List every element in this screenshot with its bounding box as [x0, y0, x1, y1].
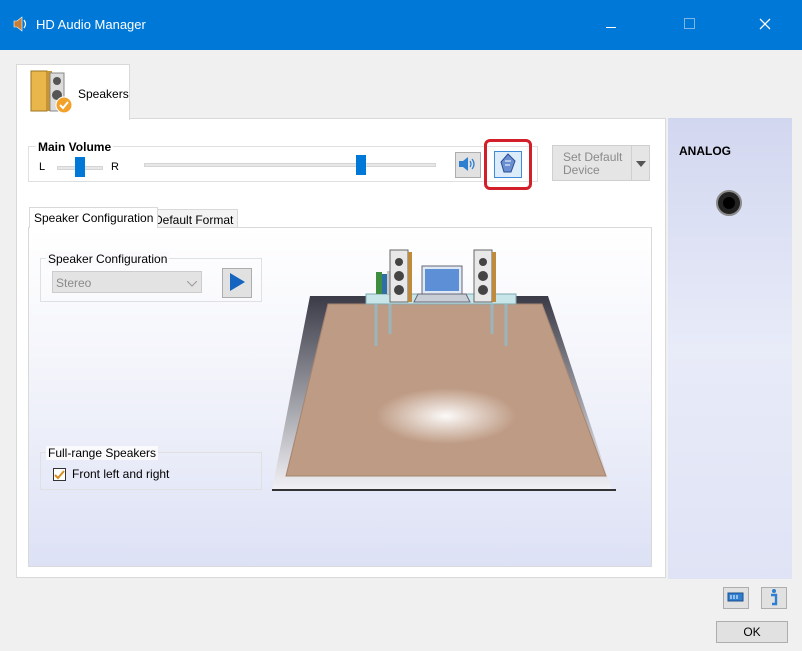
speaker-volume-icon: [458, 156, 478, 175]
ok-button[interactable]: OK: [716, 621, 788, 643]
front-left-right-option[interactable]: Front left and right: [53, 467, 169, 481]
play-icon: [229, 272, 245, 294]
speaker-configuration-group-title: Speaker Configuration: [46, 252, 170, 266]
analog-title: ANALOG: [679, 144, 731, 158]
power-icon: [727, 591, 745, 606]
front-left-right-checkbox[interactable]: [53, 467, 66, 481]
balance-right-label: R: [111, 161, 119, 173]
speaker-configuration-select[interactable]: Stereo: [52, 271, 202, 293]
front-left-right-label: Front left and right: [72, 467, 170, 481]
ok-label: OK: [743, 625, 761, 639]
tab-default-format[interactable]: Default Format: [149, 209, 239, 228]
window-title: HD Audio Manager: [36, 17, 146, 32]
speakers-icon: [28, 69, 74, 118]
info-button[interactable]: [761, 587, 787, 609]
power-button[interactable]: [723, 587, 749, 609]
tab-default-format-label: Default Format: [154, 213, 234, 227]
maximize-button[interactable]: [666, 0, 712, 50]
audio-jack-icon[interactable]: [716, 190, 742, 216]
volume-slider-track[interactable]: [144, 163, 436, 167]
close-icon: [759, 18, 771, 33]
tab-speaker-configuration-label: Speaker Configuration: [34, 211, 154, 225]
chevron-down-icon: [636, 156, 646, 170]
speaker-app-icon: [12, 16, 30, 35]
minimize-icon: [606, 18, 616, 32]
tab-speakers-label: Speakers: [78, 87, 129, 101]
tab-speakers[interactable]: Speakers: [16, 64, 130, 120]
main-volume-title: Main Volume: [36, 140, 114, 154]
tab-speaker-configuration[interactable]: Speaker Configuration: [29, 207, 159, 228]
close-button[interactable]: [742, 0, 788, 50]
full-range-speakers-title: Full-range Speakers: [46, 446, 159, 460]
maximize-icon: [683, 18, 695, 32]
set-default-label-line2: Device: [563, 163, 600, 177]
info-icon: [768, 588, 780, 609]
chevron-down-icon: [186, 276, 198, 290]
highlight-box: [484, 139, 532, 190]
set-default-device-button[interactable]: Set Default Device: [552, 145, 650, 181]
test-play-button[interactable]: [222, 268, 252, 298]
speaker-configuration-value: Stereo: [56, 276, 92, 290]
room-illustration: [272, 244, 618, 497]
mute-button[interactable]: [455, 152, 481, 178]
balance-left-label: L: [39, 161, 46, 173]
volume-slider-thumb[interactable]: [356, 155, 366, 175]
set-default-dropdown[interactable]: [631, 146, 650, 180]
analog-panel: [668, 118, 792, 579]
minimize-button[interactable]: [588, 0, 634, 50]
title-bar: HD Audio Manager: [0, 0, 802, 50]
balance-slider-thumb[interactable]: [75, 157, 85, 177]
